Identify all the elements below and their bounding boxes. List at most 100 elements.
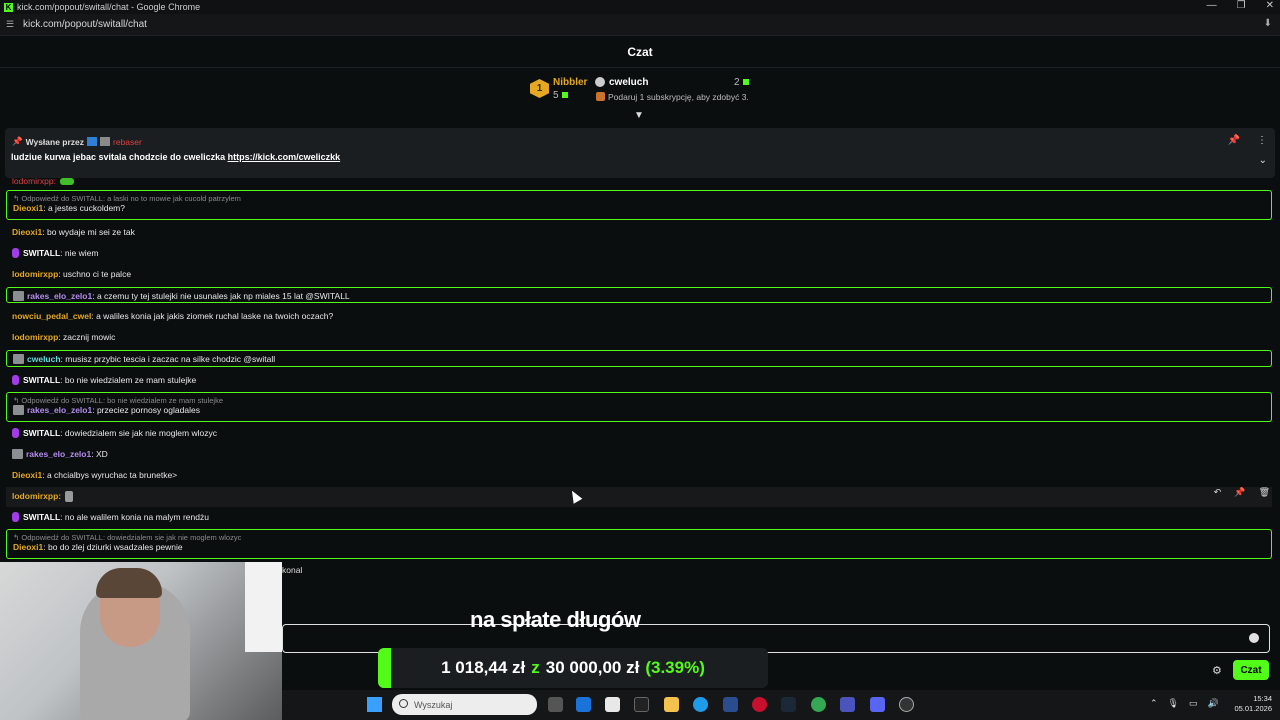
username[interactable]: lodomirxpp: [12, 332, 58, 342]
username[interactable]: SWITALL: [23, 375, 60, 385]
chat-message[interactable]: ↰ Odpowiedź do SWITALL: a laski no to mo…: [6, 190, 1272, 220]
download-icon[interactable]: ⬇: [1264, 18, 1272, 29]
unpin-icon[interactable]: 📌: [1228, 135, 1240, 146]
streamer-hair: [96, 568, 162, 598]
minimize-button[interactable]: —: [1207, 0, 1217, 11]
chat-message[interactable]: SWITALL: no ale walilem konia na malym r…: [6, 512, 1272, 522]
more-options-icon[interactable]: ⋮: [1257, 135, 1267, 146]
message-actions: ↶ 📌 🗑: [1214, 487, 1270, 498]
file-explorer-icon[interactable]: [664, 697, 679, 712]
network-icon[interactable]: ▭: [1189, 698, 1198, 709]
maximize-button[interactable]: ❐: [1237, 0, 1246, 11]
reply-context[interactable]: ↰ Odpowiedź do SWITALL: bo nie wiedziale…: [13, 393, 1271, 405]
username[interactable]: rakes_elo_zelo1: [27, 405, 92, 415]
chat-message[interactable]: lodomirxpp: zacznij mowic: [6, 332, 1272, 342]
donation-caption: na spłate długów: [470, 607, 641, 632]
url-text[interactable]: kick.com/popout/switall/chat: [23, 19, 147, 30]
background-window: [245, 562, 282, 652]
chat-message[interactable]: Dieoxi1: bo wydaje mi sei ze tak: [6, 227, 1272, 237]
chevron-up-icon[interactable]: ⌃: [1150, 698, 1158, 709]
username[interactable]: SWITALL: [23, 512, 60, 522]
chat-message[interactable]: cweluch: musisz przybic tescia i zaczac …: [6, 350, 1272, 367]
address-bar[interactable]: ☰ kick.com/popout/switall/chat ⬇: [0, 14, 1280, 36]
send-chat-button[interactable]: Czat: [1233, 660, 1269, 680]
outlook-icon[interactable]: [576, 697, 591, 712]
site-settings-icon[interactable]: ☰: [6, 19, 18, 30]
collapse-leaderboard-icon[interactable]: ▼: [634, 110, 644, 121]
username[interactable]: lodomirxpp:: [12, 491, 61, 501]
pinned-label: Wysłane przez: [25, 136, 85, 147]
reply-context[interactable]: ↰ Odpowiedź do SWITALL: a laski no to mo…: [13, 191, 1271, 203]
clock-time: 15:34: [1253, 694, 1272, 703]
taskbar-search[interactable]: Wyszukaj: [392, 694, 537, 715]
pin-icon: 📌: [12, 136, 23, 146]
chat-message[interactable]: SWITALL: nie wiem: [6, 248, 1272, 258]
chat-message[interactable]: lodomirxpp: uschno ci te palce: [6, 269, 1272, 279]
chevron-down-icon[interactable]: ⌄: [1259, 155, 1267, 166]
emoji-picker-icon[interactable]: [1249, 633, 1259, 643]
chat-message[interactable]: ↰ Odpowiedź do SWITALL: dowiedzialem sie…: [6, 529, 1272, 559]
discord-icon[interactable]: [870, 697, 885, 712]
message-text: : uschno ci te palce: [58, 269, 132, 279]
opera-icon[interactable]: [752, 697, 767, 712]
avatar: [13, 405, 24, 415]
emote: [65, 491, 74, 502]
gift-box-icon: [596, 92, 605, 101]
username[interactable]: SWITALL: [23, 428, 60, 438]
gear-icon[interactable]: ⚙: [1212, 664, 1222, 677]
username[interactable]: Dieoxi1: [13, 203, 43, 213]
pinned-text: ludziue kurwa jebac svitala chodzcie do …: [11, 152, 341, 162]
chat-message[interactable]: lodomirxpp: ↶ 📌 🗑: [6, 487, 1272, 507]
close-button[interactable]: ✕: [1266, 0, 1274, 11]
avatar: [12, 449, 23, 459]
username[interactable]: rakes_elo_zelo1: [27, 291, 92, 301]
volume-icon[interactable]: 🔊: [1208, 698, 1219, 709]
edge-icon[interactable]: [693, 697, 708, 712]
reply-icon[interactable]: ↶: [1214, 487, 1222, 498]
goal-current: 1 018,44 zł: [441, 658, 526, 677]
sub-gift-hint: Podaruj 1 subskrypcję, aby zdobyć 3.: [608, 92, 749, 102]
tiktok-icon[interactable]: [634, 697, 649, 712]
username[interactable]: Dieoxi1: [12, 227, 42, 237]
top-gifter-name[interactable]: Nibbler: [553, 77, 587, 88]
chat-header: Czat: [0, 36, 1280, 68]
chat-message[interactable]: SWITALL: dowiedzialem sie jak nie moglem…: [6, 428, 1272, 438]
delete-icon[interactable]: 🗑: [1259, 487, 1270, 498]
store-icon[interactable]: [605, 697, 620, 712]
message-text: : zacznij mowic: [58, 332, 116, 342]
username[interactable]: rakes_elo_zelo1: [26, 449, 91, 459]
window-titlebar: K kick.com/popout/switall/chat - Google …: [0, 0, 1280, 14]
current-user-name[interactable]: cweluch: [609, 77, 648, 88]
teams-icon[interactable]: [840, 697, 855, 712]
chrome-icon[interactable]: [811, 697, 826, 712]
username[interactable]: nowciu_pedal_cwel: [12, 311, 91, 321]
chat-message[interactable]: rakes_elo_zelo1: XD: [6, 449, 1272, 459]
taskbar-clock[interactable]: 15:34 05.01.2026: [1230, 694, 1272, 714]
message-text: : XD: [91, 449, 108, 459]
pinned-link[interactable]: https://kick.com/cweliczkk: [228, 152, 341, 162]
chat-message[interactable]: ↰ Odpowiedź do SWITALL: bo nie wiedziale…: [6, 392, 1272, 422]
username[interactable]: Dieoxi1: [13, 542, 43, 552]
username[interactable]: lodomirxpp: [12, 269, 58, 279]
pinned-author[interactable]: rebaser: [113, 137, 142, 147]
mic-icon[interactable]: 🎙: [1168, 698, 1179, 709]
reply-context[interactable]: ↰ Odpowiedź do SWITALL: dowiedzialem sie…: [13, 530, 1271, 542]
username[interactable]: Dieoxi1: [12, 470, 42, 480]
start-icon[interactable]: [367, 697, 382, 712]
chat-message[interactable]: nowciu_pedal_cwel: a waliles konia jak j…: [6, 311, 1272, 321]
message-text: : nie wiem: [60, 248, 99, 258]
pin-icon[interactable]: 📌: [1234, 487, 1245, 498]
task-view-icon[interactable]: [548, 697, 563, 712]
app-icon[interactable]: [723, 697, 738, 712]
obs-icon[interactable]: [899, 697, 914, 712]
clock-date: 05.01.2026: [1234, 704, 1272, 713]
avatar: [13, 291, 24, 301]
chat-message[interactable]: SWITALL: bo nie wiedzialem ze mam stulej…: [6, 375, 1272, 385]
steam-icon[interactable]: [781, 697, 796, 712]
chat-message[interactable]: rakes_elo_zelo1: a czemu ty tej stulejki…: [6, 287, 1272, 303]
username[interactable]: cweluch: [27, 354, 61, 364]
streamer-badge-icon: [12, 375, 19, 385]
window-controls: — ❐ ✕: [1207, 0, 1274, 11]
chat-message[interactable]: Dieoxi1: a chcialbys wyruchac ta brunetk…: [6, 470, 1272, 480]
username[interactable]: SWITALL: [23, 248, 60, 258]
